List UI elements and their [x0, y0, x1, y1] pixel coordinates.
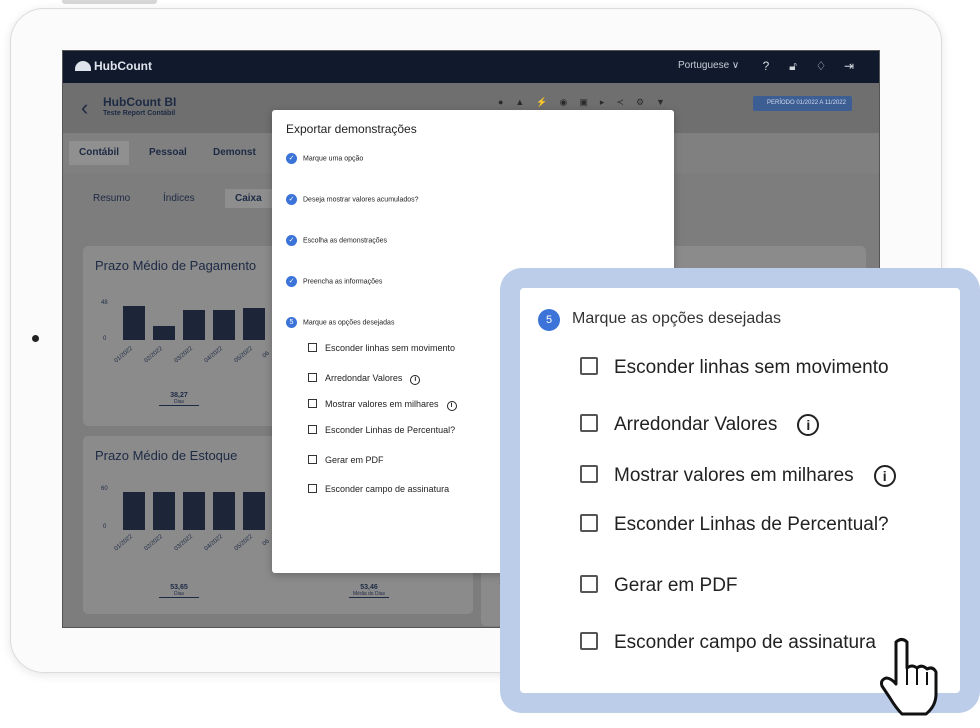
- x-label: 06: [261, 350, 271, 360]
- chart-bar: [183, 310, 205, 340]
- checkbox[interactable]: [580, 575, 598, 593]
- x-label: 02/2022: [143, 533, 165, 553]
- zoom-option-hide-percent-lines[interactable]: Esconder Linhas de Percentual?: [580, 513, 889, 537]
- kpi-value: 38,27 Dias: [159, 392, 199, 406]
- checkbox[interactable]: [308, 373, 317, 382]
- x-label: 04/2022: [203, 533, 225, 553]
- chart-bar: [153, 492, 175, 530]
- x-label: 03/2022: [173, 345, 195, 365]
- zoom-option-round-values[interactable]: Arredondar Valores i: [580, 413, 820, 437]
- tablet-camera: [32, 335, 39, 342]
- x-label: 02/2022: [143, 345, 165, 365]
- option-hide-empty-lines[interactable]: Esconder linhas sem movimento: [308, 343, 455, 354]
- checkbox[interactable]: [580, 465, 598, 483]
- chart-bar: [243, 492, 265, 530]
- kpi-average: 53,46 Média do Dias: [349, 584, 389, 598]
- step-4[interactable]: ✓ Preencha as informações: [286, 276, 382, 287]
- x-label: 06: [261, 538, 271, 548]
- option-show-thousands[interactable]: Mostrar valores em milhares i: [308, 399, 457, 411]
- kpi-value: 53,65 Dias: [159, 584, 199, 598]
- help-icon[interactable]: ?: [758, 58, 774, 74]
- zoom-step: 5 Marque as opções desejadas: [538, 308, 781, 331]
- step-2[interactable]: ✓ Deseja mostrar valores acumulados?: [286, 194, 419, 205]
- subtab-indices[interactable]: Índices: [153, 189, 205, 208]
- option-hide-percent-lines[interactable]: Esconder Linhas de Percentual?: [308, 425, 455, 436]
- info-icon[interactable]: i: [873, 465, 896, 487]
- check-icon: ✓: [286, 276, 297, 287]
- y-axis-max: 60: [101, 486, 108, 492]
- tab-demonstracoes[interactable]: Demonst: [203, 141, 266, 165]
- x-label: 01/2022: [113, 533, 135, 553]
- tab-pessoal[interactable]: Pessoal: [139, 141, 197, 165]
- dialog-title: Exportar demonstrações: [286, 122, 417, 136]
- step-1[interactable]: ✓ Marque uma opção: [286, 153, 363, 164]
- lock-icon[interactable]: 🔓︎: [785, 58, 801, 74]
- checkbox[interactable]: [580, 414, 598, 432]
- checkbox[interactable]: [580, 357, 598, 375]
- report-title: HubCount BI: [103, 95, 177, 109]
- step-5[interactable]: 5 Marque as opções desejadas: [286, 317, 394, 328]
- option-generate-pdf[interactable]: Gerar em PDF: [308, 455, 384, 466]
- tab-contabil[interactable]: Contábil: [69, 141, 129, 165]
- chart-bar: [243, 308, 265, 340]
- x-label: 01/2022: [113, 345, 135, 365]
- y-axis-min: 0: [103, 524, 107, 530]
- zoom-callout: 5 Marque as opções desejadas Esconder lin…: [520, 288, 960, 693]
- checkbox[interactable]: [308, 484, 317, 493]
- language-selector[interactable]: Portuguese ∨: [678, 60, 739, 71]
- subtab-resumo[interactable]: Resumo: [83, 189, 140, 208]
- logout-icon[interactable]: ⇥: [841, 58, 857, 74]
- logo-icon: [75, 61, 91, 71]
- hand-cursor-icon: [880, 638, 938, 716]
- x-label: 05/2022: [233, 533, 255, 553]
- info-icon[interactable]: i: [410, 375, 421, 385]
- period-button[interactable]: PERÍODO 01/2022 A 11/2022: [753, 96, 852, 111]
- info-icon[interactable]: i: [446, 401, 457, 411]
- y-axis-max: 48: [101, 300, 108, 306]
- report-subtitle: Teste Report Contábil: [103, 110, 176, 117]
- checkbox[interactable]: [308, 399, 317, 408]
- card-title: Prazo Médio de Estoque: [95, 448, 238, 463]
- checkbox[interactable]: [308, 425, 317, 434]
- chart-bar: [123, 492, 145, 530]
- info-icon[interactable]: i: [797, 414, 820, 436]
- subtab-caixa[interactable]: Caixa: [225, 189, 275, 208]
- chart-bar: [213, 310, 235, 340]
- card-title: Prazo Médio de Pagamento: [95, 258, 257, 273]
- check-icon: ✓: [286, 235, 297, 246]
- check-icon: ✓: [286, 153, 297, 164]
- zoom-option-hide-empty-lines[interactable]: Esconder linhas sem movimento: [580, 356, 889, 380]
- zoom-option-show-thousands[interactable]: Mostrar valores em milhares i: [580, 464, 896, 488]
- checkbox[interactable]: [308, 343, 317, 352]
- option-round-values[interactable]: Arredondar Valores i: [308, 373, 421, 385]
- checkbox[interactable]: [580, 514, 598, 532]
- tablet-top-button: [62, 0, 157, 4]
- checkbox[interactable]: [308, 455, 317, 464]
- chart-bar: [183, 492, 205, 530]
- step-3[interactable]: ✓ Escolha as demonstrações: [286, 235, 387, 246]
- y-axis-min: 0: [103, 336, 107, 342]
- x-label: 05/2022: [233, 345, 255, 365]
- lightbulb-icon[interactable]: ♢: [813, 58, 829, 74]
- x-label: 04/2022: [203, 345, 225, 365]
- x-label: 03/2022: [173, 533, 195, 553]
- chart-bar: [213, 492, 235, 530]
- zoom-option-hide-signature[interactable]: Esconder campo de assinatura: [580, 631, 876, 655]
- check-icon: ✓: [286, 194, 297, 205]
- back-icon[interactable]: ‹: [81, 95, 88, 121]
- top-bar: HubCount Portuguese ∨ ? 🔓︎ ♢ ⇥: [63, 51, 879, 83]
- toolbar-icons[interactable]: ●▲⚡◉▣▸≺⚙▼: [498, 97, 677, 108]
- option-hide-signature[interactable]: Esconder campo de assinatura: [308, 484, 449, 495]
- app-logo[interactable]: HubCount: [75, 59, 152, 73]
- chart-bar: [123, 306, 145, 340]
- chart-bar: [153, 326, 175, 340]
- step-number: 5: [538, 309, 560, 331]
- step-number: 5: [286, 317, 297, 328]
- checkbox[interactable]: [580, 632, 598, 650]
- zoom-option-generate-pdf[interactable]: Gerar em PDF: [580, 574, 738, 598]
